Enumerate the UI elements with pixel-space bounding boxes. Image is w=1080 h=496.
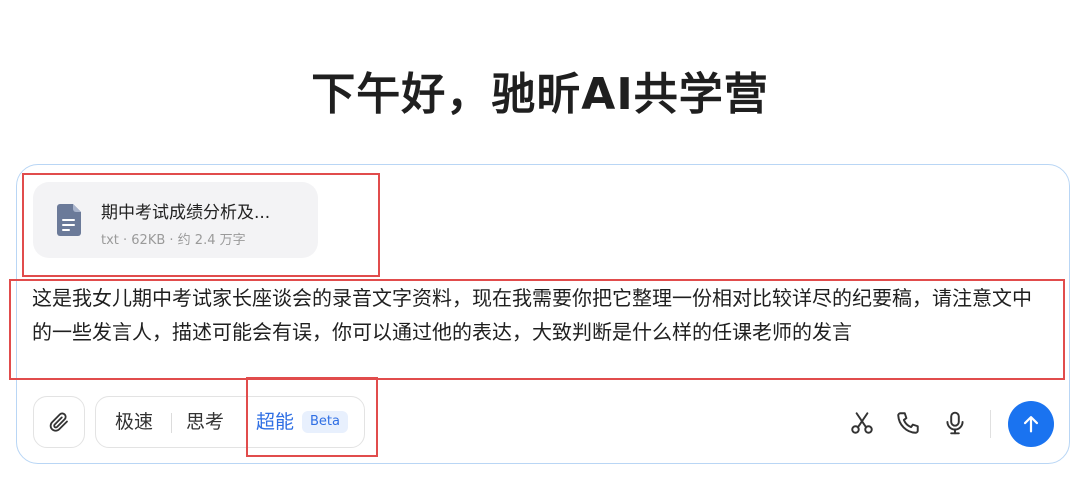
phone-icon[interactable] xyxy=(895,410,921,436)
greeting-title: 下午好，驰昕AI共学营 xyxy=(311,69,769,120)
paperclip-icon xyxy=(49,412,68,432)
tools-divider xyxy=(990,410,991,438)
scissors-icon[interactable] xyxy=(849,410,875,436)
arrow-up-icon xyxy=(1023,416,1039,433)
prompt-input-text[interactable]: 这是我女儿期中考试家长座谈会的录音文字资料，现在我需要你把它整理一份相对比较详尽… xyxy=(32,281,1042,349)
mode-divider xyxy=(171,413,172,433)
attach-button[interactable] xyxy=(33,396,85,448)
attachment-name: 期中考试成绩分析及... xyxy=(101,203,271,223)
mode-think[interactable]: 思考 xyxy=(186,397,224,447)
mode-super-label: 超能 xyxy=(256,411,295,433)
mode-selector: 极速 思考 超能 Beta xyxy=(95,396,365,448)
beta-badge: Beta xyxy=(302,411,348,433)
mode-super[interactable]: 超能 Beta xyxy=(246,401,360,443)
document-icon xyxy=(57,204,81,236)
microphone-icon[interactable] xyxy=(942,410,968,436)
attachment-card[interactable]: 期中考试成绩分析及... txt · 62KB · 约 2.4 万字 xyxy=(33,182,318,258)
mode-fast[interactable]: 极速 xyxy=(115,397,153,447)
attachment-meta: txt · 62KB · 约 2.4 万字 xyxy=(101,233,246,248)
send-button[interactable] xyxy=(1008,401,1054,447)
